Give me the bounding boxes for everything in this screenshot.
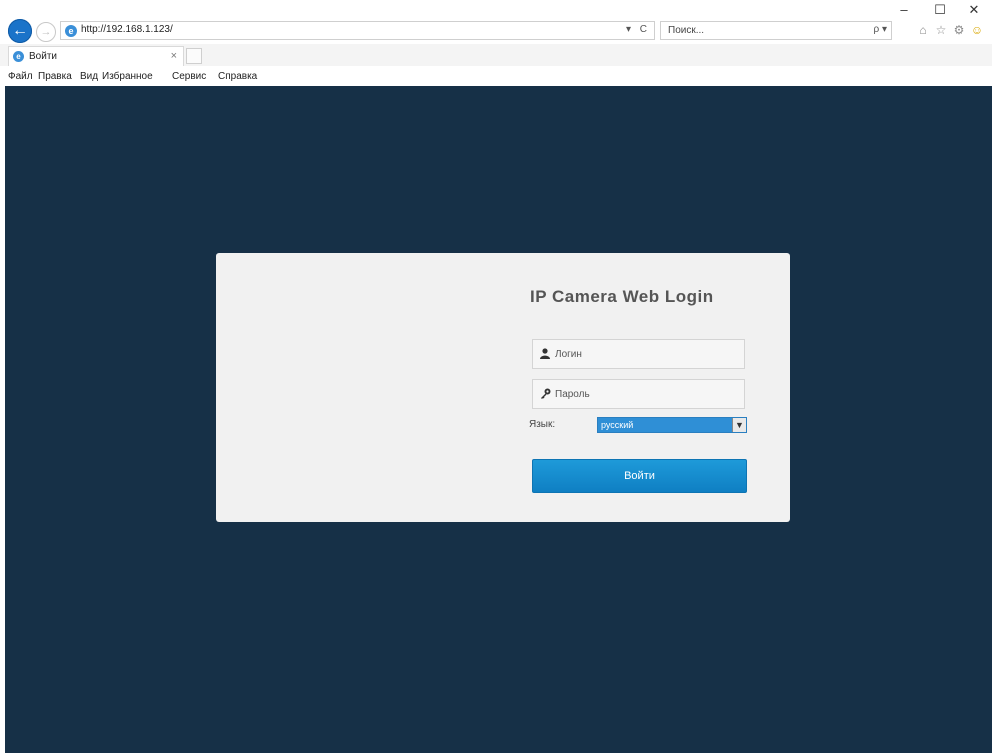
password-input[interactable] [555, 386, 735, 402]
address-bar[interactable]: e http://192.168.1.123/ ▾ C [60, 21, 655, 40]
maximize-button[interactable]: ☐ [928, 2, 952, 18]
close-tab-icon[interactable]: × [171, 50, 177, 62]
search-input[interactable]: Поиск... ρ ▾ [660, 21, 892, 40]
username-input[interactable] [555, 346, 735, 362]
home-icon[interactable]: ⌂ [916, 23, 930, 37]
smiley-icon[interactable]: ☺ [970, 23, 984, 37]
refresh-icon[interactable]: ▾ C [626, 24, 650, 35]
star-icon[interactable]: ☆ [934, 23, 948, 37]
minimize-button[interactable]: – [892, 2, 916, 18]
user-icon [539, 348, 551, 360]
navigation-bar: ← → e http://192.168.1.123/ ▾ C Поиск...… [0, 18, 992, 44]
key-icon [539, 388, 551, 400]
ie-page-icon: e [65, 25, 77, 37]
settings-icon[interactable]: ⚙ [952, 23, 966, 37]
search-icon[interactable]: ρ ▾ [874, 24, 888, 35]
tab-title: Войти [29, 51, 57, 62]
menu-tools[interactable]: Сервис [172, 71, 206, 82]
chevron-down-icon[interactable]: ▼ [732, 418, 746, 432]
login-button[interactable]: Войти [532, 459, 747, 493]
search-placeholder: Поиск... [668, 25, 705, 36]
browser-chrome: – ☐ ✕ ← → e http://192.168.1.123/ ▾ C По… [0, 0, 992, 86]
menu-edit[interactable]: Правка [38, 71, 72, 82]
menu-view[interactable]: Вид [80, 71, 98, 82]
address-url: http://192.168.1.123/ [81, 24, 173, 35]
forward-button[interactable]: → [36, 22, 56, 42]
tab-strip: e Войти × [0, 44, 992, 66]
language-select[interactable]: русский ▼ [597, 417, 747, 433]
login-title: IP Camera Web Login [530, 287, 714, 306]
login-panel: IP Camera Web Login Язык: русский ▼ Войт… [216, 253, 790, 522]
password-field[interactable] [532, 379, 745, 409]
page-background: IP Camera Web Login Язык: русский ▼ Войт… [5, 86, 992, 753]
language-value: русский [601, 420, 634, 430]
back-arrow-icon: ← [12, 22, 28, 39]
close-window-button[interactable]: ✕ [962, 2, 986, 18]
forward-arrow-icon: → [40, 26, 52, 38]
menu-bar: Файл Правка Вид Избранное Сервис Справка [0, 66, 992, 86]
menu-help[interactable]: Справка [218, 71, 257, 82]
ie-tab-icon: e [13, 51, 24, 62]
menu-favorites[interactable]: Избранное [102, 71, 153, 82]
username-field[interactable] [532, 339, 745, 369]
menu-file[interactable]: Файл [8, 71, 33, 82]
tab-login[interactable]: e Войти × [8, 46, 184, 66]
new-tab-button[interactable] [186, 48, 202, 64]
language-label: Язык: [529, 419, 556, 430]
back-button[interactable]: ← [8, 19, 32, 43]
